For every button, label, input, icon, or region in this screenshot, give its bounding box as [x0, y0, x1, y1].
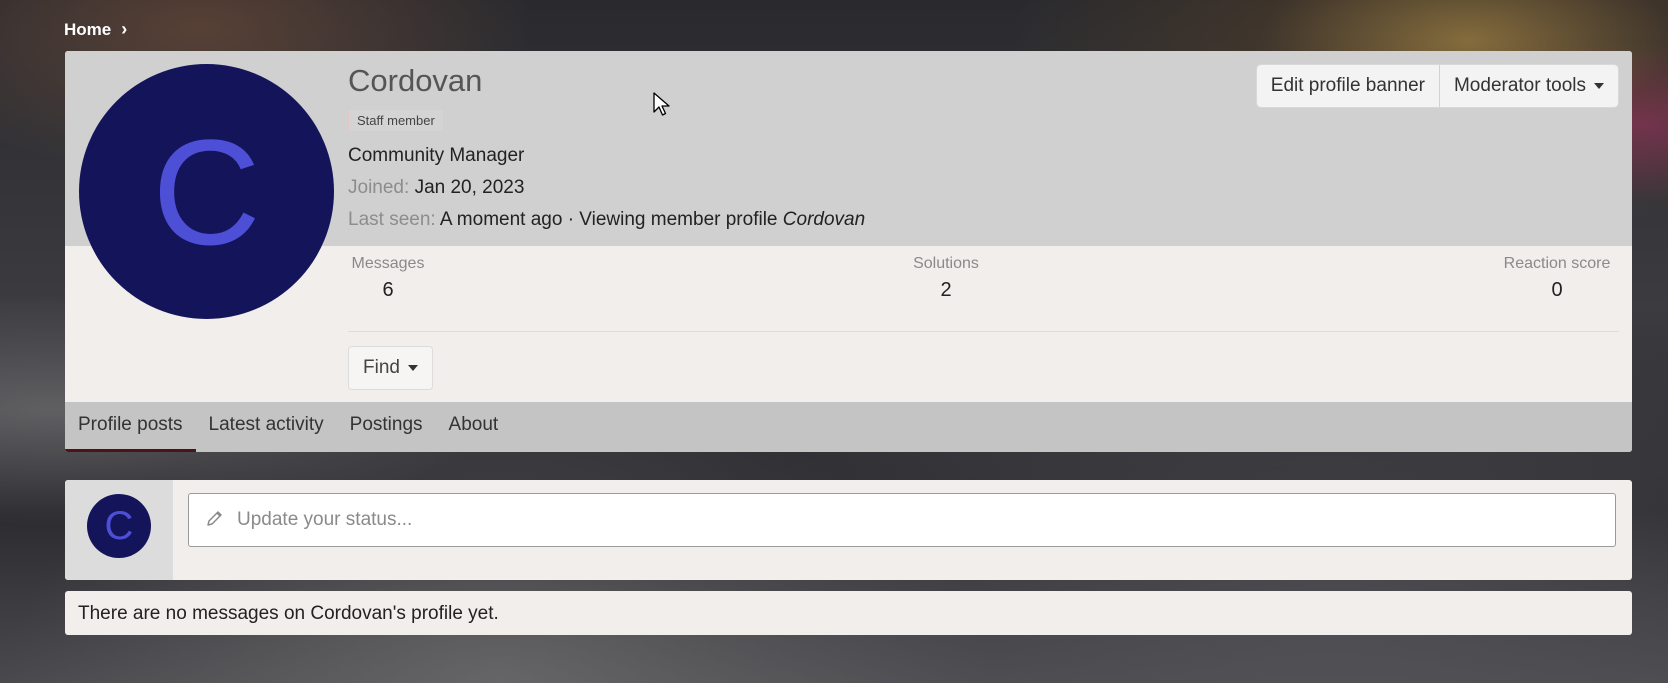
- breadcrumb-home-link[interactable]: Home: [64, 20, 111, 40]
- stat-solutions[interactable]: Solutions 2: [906, 255, 986, 302]
- status-input[interactable]: [235, 508, 1539, 532]
- profile-card: C Cordovan Staff member Community Manage…: [65, 51, 1632, 452]
- empty-messages-notice: There are no messages on Cordovan's prof…: [65, 591, 1632, 635]
- stat-reaction-score[interactable]: Reaction score 0: [1495, 255, 1619, 302]
- avatar[interactable]: C: [79, 64, 334, 319]
- last-seen-target-link[interactable]: Cordovan: [783, 209, 865, 230]
- stat-value: 6: [382, 279, 394, 301]
- profile-tabs: Profile posts Latest activity Postings A…: [65, 402, 1632, 452]
- staff-badge: Staff member: [348, 109, 444, 132]
- stat-label: Reaction score: [1503, 255, 1611, 272]
- last-seen-value: A moment ago · Viewing member profile: [439, 209, 778, 230]
- stat-value: 0: [1551, 279, 1563, 301]
- user-title: Community Manager: [348, 145, 525, 166]
- stat-label: Messages: [351, 255, 425, 272]
- stat-messages[interactable]: Messages 6: [348, 255, 428, 302]
- status-update-card: C: [65, 480, 1632, 580]
- status-field[interactable]: [188, 493, 1616, 547]
- stat-label: Solutions: [913, 255, 979, 272]
- tab-profile-posts[interactable]: Profile posts: [65, 402, 196, 452]
- empty-messages-text: There are no messages on Cordovan's prof…: [78, 603, 499, 624]
- banner-button-group: Edit profile banner Moderator tools: [1256, 65, 1618, 107]
- moderator-tools-label: Moderator tools: [1453, 75, 1586, 96]
- breadcrumb: Home ›: [64, 19, 127, 40]
- caret-down-icon: [1594, 83, 1604, 89]
- tab-latest-activity[interactable]: Latest activity: [196, 402, 337, 452]
- joined-label: Joined:: [348, 177, 410, 198]
- joined-row: Joined: Jan 20, 2023: [348, 177, 524, 199]
- avatar-letter: C: [104, 503, 134, 548]
- pencil-icon: [205, 508, 225, 533]
- edit-profile-banner-label: Edit profile banner: [1270, 75, 1425, 96]
- stat-value: 2: [940, 279, 952, 301]
- joined-value: Jan 20, 2023: [414, 177, 525, 198]
- stats-divider: [348, 331, 1619, 332]
- status-avatar-column: C: [65, 480, 173, 580]
- find-label: Find: [363, 357, 400, 378]
- avatar-small[interactable]: C: [87, 494, 151, 558]
- avatar-letter: C: [152, 107, 261, 276]
- last-seen-label: Last seen:: [348, 209, 436, 230]
- chevron-right-icon: ›: [121, 19, 128, 39]
- page-title: Cordovan: [348, 63, 483, 98]
- find-button[interactable]: Find: [348, 346, 433, 390]
- last-seen-row: Last seen: A moment ago · Viewing member…: [348, 209, 865, 231]
- caret-down-icon: [407, 365, 418, 371]
- tab-postings[interactable]: Postings: [337, 402, 436, 452]
- tab-about[interactable]: About: [436, 402, 512, 452]
- edit-profile-banner-button[interactable]: Edit profile banner: [1256, 65, 1439, 107]
- stats-row: Messages 6 Solutions 2 Reaction score 0: [348, 249, 1619, 319]
- moderator-tools-button[interactable]: Moderator tools: [1438, 65, 1618, 107]
- mouse-cursor-icon: [653, 92, 671, 123]
